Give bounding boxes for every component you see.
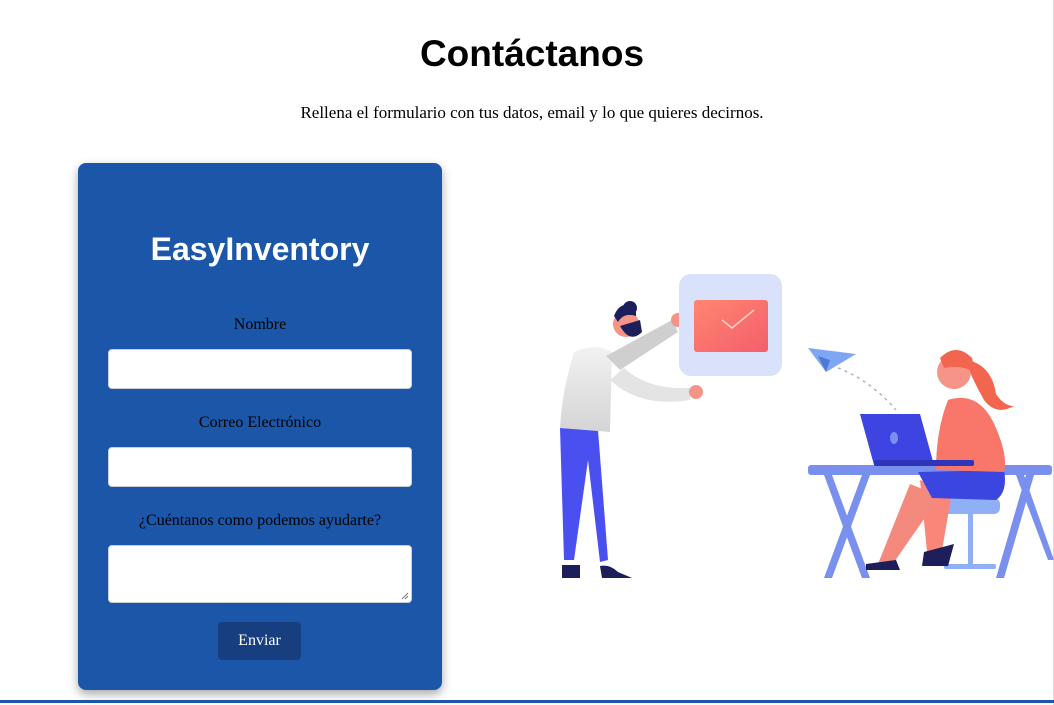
page-subtitle: Rellena el formulario con tus datos, ema…	[300, 103, 764, 122]
contact-page: Contáctanos Rellena el formulario con tu…	[0, 0, 1054, 705]
name-input[interactable]	[108, 349, 412, 389]
contact-illustration	[560, 274, 1054, 578]
message-label: ¿Cuéntanos como podemos ayudarte?	[138, 512, 382, 529]
brand-title: EasyInventory	[150, 231, 370, 267]
woman-at-laptop-icon	[860, 350, 1014, 570]
resize-grip-icon[interactable]	[401, 592, 409, 600]
page-title: Contáctanos	[419, 33, 645, 74]
email-label: Correo Electrónico	[198, 414, 322, 431]
chair-icon	[942, 498, 1000, 569]
message-textarea[interactable]	[108, 545, 412, 603]
contact-form: EasyInventory Nombre Correo Electrónico …	[78, 163, 442, 690]
envelope-card-icon	[679, 274, 782, 376]
bottom-divider	[0, 700, 1054, 703]
paper-plane-icon	[808, 348, 897, 411]
name-label: Nombre	[233, 316, 287, 333]
email-input[interactable]	[108, 447, 412, 487]
submit-button[interactable]: Enviar	[218, 622, 301, 660]
